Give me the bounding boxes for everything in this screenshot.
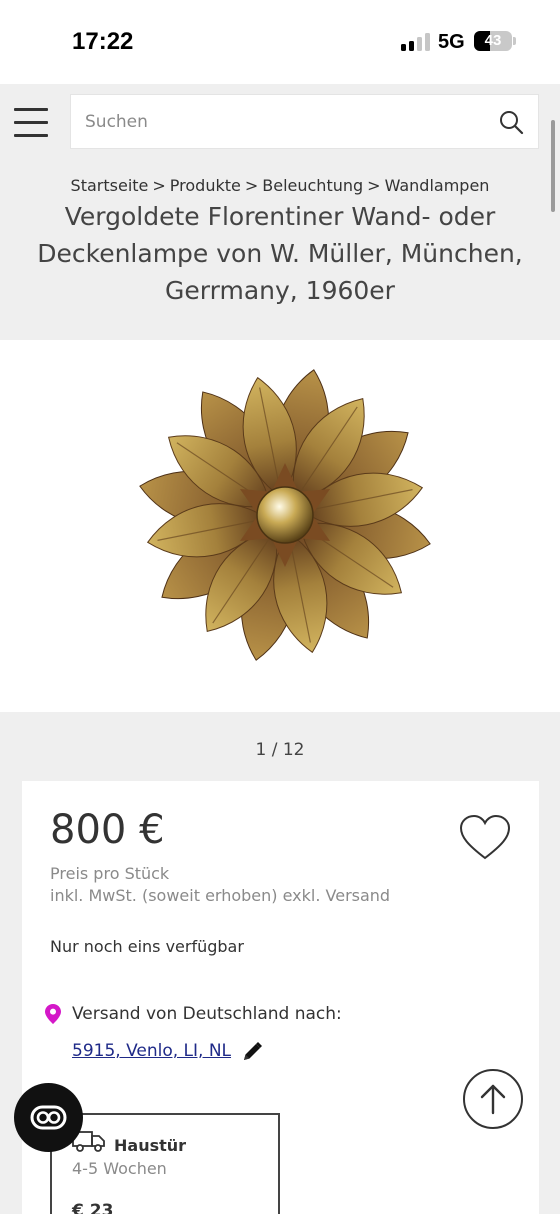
page-scrollbar[interactable] — [551, 120, 555, 212]
delivery-option-price: € 23 — [72, 1201, 114, 1214]
breadcrumb-separator: > — [244, 176, 259, 195]
delivery-option-time: 4-5 Wochen — [72, 1159, 167, 1178]
search-icon[interactable] — [498, 109, 524, 135]
network-type: 5G — [438, 31, 465, 53]
site-header — [0, 84, 560, 166]
price-unit: Preis pro Stück — [50, 864, 170, 883]
battery-icon: 43 — [474, 31, 512, 51]
delivery-option-card[interactable]: Haustür 4-5 Wochen € 23 — [50, 1113, 280, 1214]
status-time: 17:22 — [72, 28, 134, 55]
tax-note: inkl. MwSt. (soweit erhoben) exkl. Versa… — [50, 886, 391, 905]
battery-tip — [513, 37, 516, 45]
chat-logo-icon — [30, 1105, 67, 1130]
breadcrumb-separator: > — [367, 176, 381, 195]
status-bar: 17:22 5G 43 — [0, 0, 560, 84]
pencil-icon[interactable] — [240, 1040, 264, 1064]
product-image[interactable] — [0, 340, 560, 712]
image-counter: 1 / 12 — [255, 740, 305, 760]
heart-icon[interactable] — [458, 814, 512, 862]
map-pin-icon — [45, 1004, 61, 1024]
chat-button[interactable] — [14, 1083, 83, 1152]
product-info-card: 800 € Preis pro Stück inkl. MwSt. (sowei… — [22, 781, 539, 1214]
scroll-to-top-button[interactable] — [463, 1069, 523, 1129]
breadcrumb-products[interactable]: Produkte — [170, 176, 241, 195]
flower-lamp-photo — [139, 369, 431, 661]
battery-percent: 43 — [484, 32, 502, 49]
arrow-up-icon — [480, 1084, 506, 1115]
hamburger-menu-icon[interactable] — [14, 108, 50, 138]
search-input[interactable] — [85, 95, 485, 148]
breadcrumb: Startseite > Produkte > Beleuchtung > Wandlamp… — [0, 176, 560, 195]
availability-text: Nur noch eins verfügbar — [50, 937, 244, 956]
delivery-option-title: Haustür — [114, 1136, 187, 1155]
page-title: Vergoldete Florentiner Wand- oder Decken… — [37, 202, 523, 305]
shipping-label: Versand von Deutschland nach: — [72, 1004, 342, 1024]
shipping-location-link[interactable]: 5915, Venlo, LI, NL — [72, 1041, 231, 1061]
breadcrumb-separator: > — [152, 176, 166, 195]
cellular-signal-icon — [401, 33, 431, 51]
breadcrumb-lighting[interactable]: Beleuchtung — [262, 176, 363, 195]
breadcrumb-home[interactable]: Startseite — [71, 176, 149, 195]
breadcrumb-wall-lamps[interactable]: Wandlampen — [385, 176, 490, 195]
product-price: 800 € — [50, 807, 165, 853]
search-bar — [70, 94, 539, 149]
